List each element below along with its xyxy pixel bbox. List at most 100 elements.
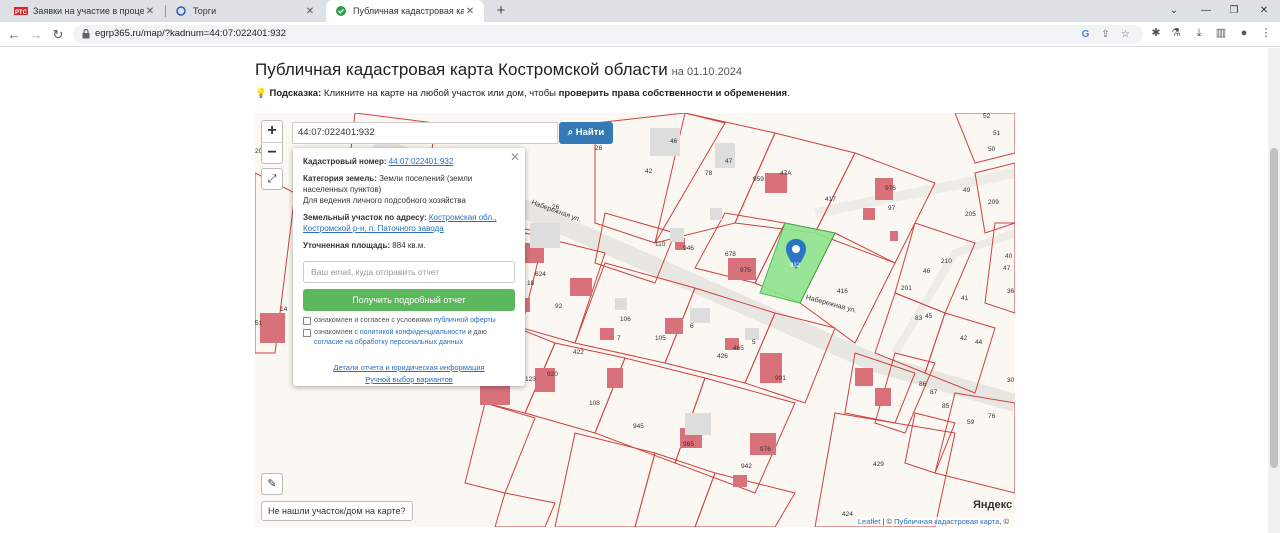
parcel-number: 942	[741, 463, 752, 470]
parcel-number: 42	[960, 335, 968, 342]
restore-icon[interactable]: ❐	[1220, 0, 1248, 22]
parcel-number: 920	[547, 371, 558, 378]
close-icon[interactable]: ✕	[464, 6, 476, 17]
hint-bold: проверить права собственности и обремене…	[558, 88, 788, 99]
search-button[interactable]: ⌕ Найти	[559, 122, 613, 144]
fullscreen-icon[interactable]: ⤢	[261, 168, 283, 190]
yandex-logo: Яндекс	[973, 499, 1013, 511]
tab-rts[interactable]: РТС Заявки на участие в процедуре ✕	[6, 0, 164, 22]
minimize-icon[interactable]: —	[1192, 0, 1220, 22]
url-text: egrp365.ru/map/?kadnum=44:07:022401:932	[95, 28, 286, 39]
parcel-number: 50	[988, 146, 996, 153]
side-panel-icon[interactable]: ▥	[1213, 25, 1229, 41]
zoom-out-button[interactable]: −	[262, 142, 282, 163]
manual-selection-link[interactable]: Ручной выбор вариантов	[303, 374, 515, 386]
close-icon[interactable]: ✕	[510, 150, 520, 164]
offer-link[interactable]: публичной оферты	[434, 317, 496, 324]
offer-label: ознакомлен и согласен с условиями	[314, 317, 432, 324]
leaflet-link[interactable]: Leaflet	[858, 517, 881, 526]
parcel-number: 108	[589, 400, 600, 407]
parcel-number: 201	[901, 285, 912, 292]
parcel-number: 209	[988, 199, 999, 206]
omnibox[interactable]: egrp365.ru/map/?kadnum=44:07:022401:932 …	[73, 25, 1143, 44]
offer-checkbox[interactable]	[303, 317, 311, 325]
parcel-number: 416	[837, 288, 848, 295]
ruler-icon[interactable]: ✎	[261, 473, 283, 495]
cadastral-search-input[interactable]: 44:07:022401:932	[292, 122, 558, 144]
profile-icon[interactable]: ●	[1236, 25, 1252, 41]
zoom-in-button[interactable]: +	[262, 121, 282, 142]
download-icon[interactable]: ⤓	[1191, 25, 1207, 41]
forward-icon[interactable]: →	[26, 25, 46, 45]
page-scrollbar[interactable]	[1268, 48, 1280, 533]
tab-cadastral-map[interactable]: Публичная кадастровая карта ✕	[326, 0, 484, 22]
date-text: на 01.10.2024	[671, 66, 743, 78]
hint-end: .	[787, 88, 790, 99]
parcel-number: 975	[740, 267, 751, 274]
privacy-checkbox[interactable]	[303, 329, 311, 337]
reload-icon[interactable]: ↻	[48, 25, 68, 45]
category-row: Категория земель: Земли поселений (земли…	[303, 173, 515, 206]
parcel-number: 26	[595, 145, 603, 152]
close-icon[interactable]: ✕	[144, 6, 156, 17]
new-tab-button[interactable]: +	[492, 2, 510, 20]
extensions-icon[interactable]: ✱	[1148, 25, 1164, 41]
parcel-number: 45	[925, 313, 933, 320]
kadnum-link[interactable]: 44:07:022401:932	[389, 157, 454, 166]
parcel-number: 85	[942, 403, 950, 410]
menu-icon[interactable]: ⋮	[1258, 25, 1274, 41]
window-close-icon[interactable]: ✕	[1250, 0, 1278, 22]
parcel-number: 205	[965, 211, 976, 218]
tab-torgi[interactable]: Торги ✕	[166, 0, 324, 22]
consent-link[interactable]: согласие на обработку персональных данны…	[314, 339, 463, 346]
google-icon[interactable]: G	[1079, 28, 1092, 41]
kadnum-label: Кадастровый номер:	[303, 157, 387, 166]
parcel-number: 123	[525, 376, 536, 383]
parcel-number: 92	[555, 303, 563, 310]
parcel-number: 36	[1007, 288, 1015, 295]
scrollbar-thumb[interactable]	[1270, 148, 1278, 468]
category-label: Категория земель:	[303, 174, 377, 183]
parcel-number: 47А	[780, 170, 792, 177]
parcel-number: 105	[655, 335, 666, 342]
parcel-number: 422	[573, 349, 584, 356]
back-icon[interactable]: ←	[4, 25, 24, 45]
parcel-number: 417	[825, 196, 836, 203]
area-label: Уточненная площадь:	[303, 241, 391, 250]
parcel-number: 945	[633, 423, 644, 430]
address-label: Земельный участок по адресу:	[303, 213, 427, 222]
get-report-button[interactable]: Получить подробный отчет	[303, 289, 515, 311]
parcel-number: 49	[963, 187, 971, 194]
parcel-number: 42	[645, 168, 653, 175]
tab-label: Заявки на участие в процедуре	[33, 6, 144, 16]
email-field[interactable]: Ваш email, куда отправить отчет	[303, 261, 515, 283]
bookmark-star-icon[interactable]: ☆	[1119, 28, 1132, 41]
parcel-number: 41	[961, 295, 969, 302]
search-icon: ⌕	[567, 127, 574, 138]
not-found-button[interactable]: Не нашли участок/дом на карте?	[261, 501, 413, 521]
parcel-number: 97	[888, 205, 896, 212]
report-details-link[interactable]: Детали отчета и юридическая информация	[303, 362, 515, 374]
tab-search-icon[interactable]: ⌄	[1160, 0, 1188, 22]
parcel-number: 44	[975, 339, 983, 346]
pkk-link[interactable]: Публичная кадастровая карта	[894, 517, 999, 526]
cadastral-map[interactable]: Набережная ул. Набережная ул. 46 47 47А 42 7…	[255, 113, 1015, 527]
parcel-number: 210	[941, 258, 952, 265]
parcel-number: 6	[690, 323, 694, 330]
share-icon[interactable]: ⇪	[1099, 28, 1112, 41]
parcel-number: 678	[725, 251, 736, 258]
parcel-number: 40	[1005, 253, 1013, 260]
check-icon	[334, 5, 348, 17]
parcel-number: 465	[733, 345, 744, 352]
search-button-label: Найти	[575, 127, 605, 138]
privacy-text: ознакомлен с политикой конфиденциальност…	[314, 328, 515, 348]
privacy-link[interactable]: политикой конфиденциальности	[360, 329, 466, 336]
address-row: Земельный участок по адресу: Костромская…	[303, 212, 515, 234]
lab-icon[interactable]: ⚗	[1168, 25, 1184, 41]
close-icon[interactable]: ✕	[304, 6, 316, 17]
attribution-end: , ©	[999, 517, 1009, 526]
title-text: Публичная кадастровая карта Костромской …	[255, 60, 668, 79]
parcel-number: 976	[760, 446, 771, 453]
parcel-number: 901	[775, 375, 786, 382]
parcel-number: 946	[683, 245, 694, 252]
